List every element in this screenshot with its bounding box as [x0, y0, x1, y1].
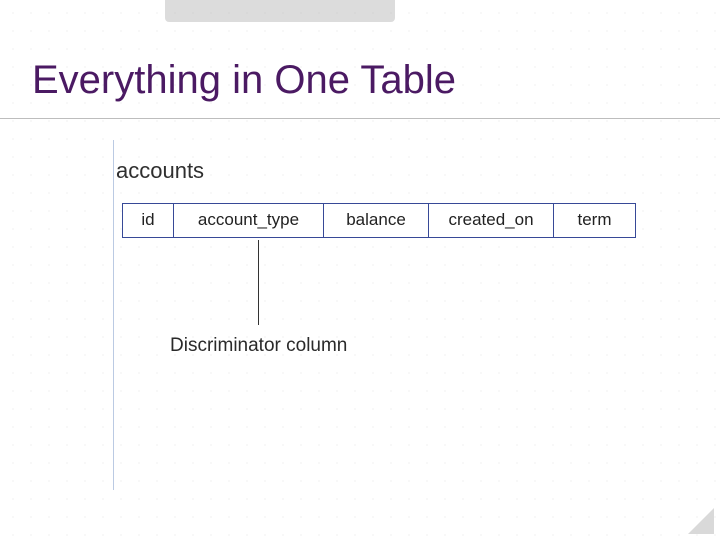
annotation-pointer-line: [258, 240, 259, 325]
column-id: id: [122, 203, 174, 238]
schema-row: id account_type balance created_on term: [122, 203, 636, 238]
title-underline: [0, 118, 720, 119]
column-account-type: account_type: [174, 203, 324, 238]
slide-top-tab: [165, 0, 395, 22]
notebook-margin-line: [113, 140, 114, 490]
slide-title: Everything in One Table: [32, 58, 456, 103]
page-corner-fold-icon: [688, 508, 714, 534]
column-term: term: [554, 203, 636, 238]
column-created-on: created_on: [429, 203, 554, 238]
discriminator-annotation: Discriminator column: [170, 335, 347, 357]
column-balance: balance: [324, 203, 429, 238]
table-name-label: accounts: [116, 158, 204, 184]
